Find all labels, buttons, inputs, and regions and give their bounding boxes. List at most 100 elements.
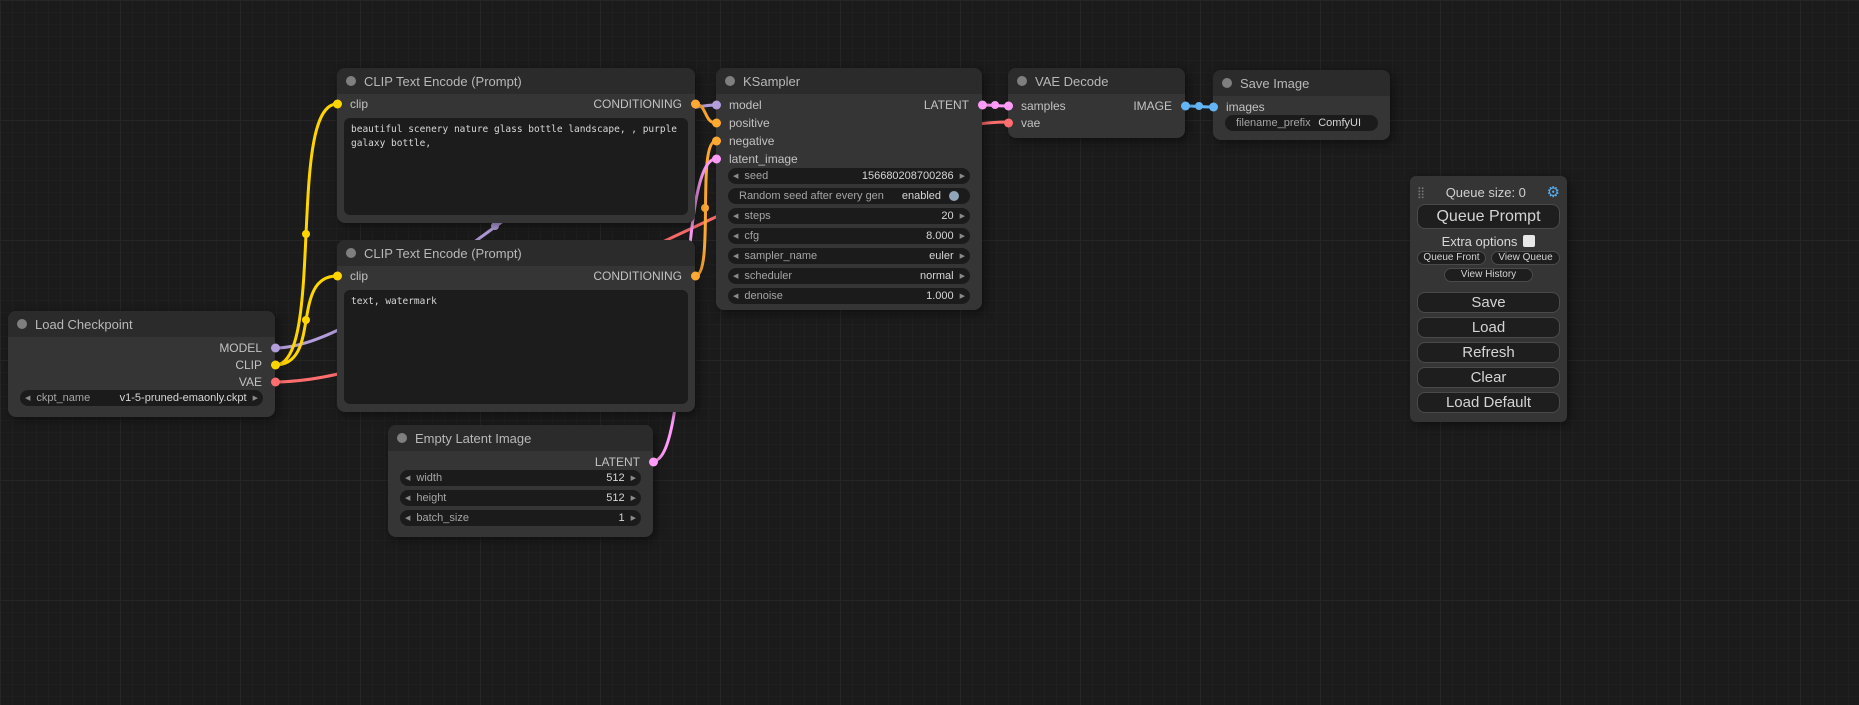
node-title-bar[interactable]: Save Image: [1213, 70, 1390, 96]
decrement-arrow-icon[interactable]: ◀: [733, 273, 738, 280]
widget-label: seed: [744, 170, 768, 182]
queue-front-button[interactable]: Queue Front: [1417, 251, 1486, 265]
widget-value: 8.000: [759, 230, 954, 242]
collapse-dot[interactable]: [725, 76, 735, 86]
node-empty-latent-image[interactable]: Empty Latent Image LATENT ◀ width 512 ▶ …: [388, 425, 653, 537]
node-title-bar[interactable]: KSampler: [716, 68, 982, 94]
input-slot-label: clip: [337, 269, 368, 283]
view-history-button[interactable]: View History: [1444, 268, 1533, 282]
increment-arrow-icon[interactable]: ▶: [960, 213, 965, 220]
widget-cfg[interactable]: ◀ cfg 8.000 ▶: [728, 228, 970, 244]
widget-batch-size[interactable]: ◀ batch_size 1 ▶: [400, 510, 641, 526]
input-slot-label: images: [1213, 100, 1265, 114]
node-title-bar[interactable]: Empty Latent Image: [388, 425, 653, 451]
negative-prompt-textarea[interactable]: text, watermark: [344, 290, 688, 404]
queue-size-label: Queue size: 0: [1425, 185, 1546, 200]
wire-midpoint-dot: [1195, 102, 1203, 110]
extra-options-checkbox[interactable]: [1523, 235, 1535, 247]
node-clip-text-encode-positive[interactable]: CLIP Text Encode (Prompt) clip CONDITION…: [337, 68, 695, 223]
decrement-arrow-icon[interactable]: ◀: [733, 293, 738, 300]
decrement-arrow-icon[interactable]: ◀: [733, 213, 738, 220]
queue-menu-panel[interactable]: ⣿ Queue size: 0 ⚙ Queue Prompt Extra opt…: [1410, 176, 1567, 422]
decrement-arrow-icon[interactable]: ◀: [405, 475, 410, 482]
widget-scheduler[interactable]: ◀ scheduler normal ▶: [728, 268, 970, 284]
output-slot-vae[interactable]: [271, 377, 280, 386]
widget-steps[interactable]: ◀ steps 20 ▶: [728, 208, 970, 224]
refresh-button[interactable]: Refresh: [1417, 342, 1560, 363]
increment-arrow-icon[interactable]: ▶: [631, 515, 636, 522]
input-slot-clip[interactable]: [333, 272, 342, 281]
collapse-dot[interactable]: [1017, 76, 1027, 86]
output-slot-conditioning[interactable]: [691, 100, 700, 109]
increment-arrow-icon[interactable]: ▶: [631, 495, 636, 502]
positive-prompt-textarea[interactable]: beautiful scenery nature glass bottle la…: [344, 118, 688, 215]
decrement-arrow-icon[interactable]: ◀: [733, 253, 738, 260]
widget-filename-prefix[interactable]: filename_prefix ComfyUI: [1225, 115, 1378, 131]
save-button[interactable]: Save: [1417, 292, 1560, 313]
settings-gear-icon[interactable]: ⚙: [1547, 185, 1560, 200]
collapse-dot[interactable]: [346, 248, 356, 258]
node-save-image[interactable]: Save Image images filename_prefix ComfyU…: [1213, 70, 1390, 140]
wire-midpoint-dot: [991, 101, 999, 109]
node-title: VAE Decode: [1035, 74, 1108, 89]
increment-arrow-icon[interactable]: ▶: [960, 173, 965, 180]
widget-random-seed-toggle[interactable]: Random seed after every gen enabled: [728, 188, 970, 204]
decrement-arrow-icon[interactable]: ◀: [733, 233, 738, 240]
output-slot-latent[interactable]: [978, 101, 987, 110]
increment-arrow-icon[interactable]: ▶: [631, 475, 636, 482]
increment-arrow-icon[interactable]: ▶: [960, 233, 965, 240]
node-title-bar[interactable]: Load Checkpoint: [8, 311, 275, 337]
collapse-dot[interactable]: [17, 319, 27, 329]
node-title: CLIP Text Encode (Prompt): [364, 74, 522, 89]
widget-seed[interactable]: ◀ seed 156680208700286 ▶: [728, 168, 970, 184]
widget-width[interactable]: ◀ width 512 ▶: [400, 470, 641, 486]
decrement-arrow-icon[interactable]: ◀: [733, 173, 738, 180]
input-slot-clip[interactable]: [333, 100, 342, 109]
node-clip-text-encode-negative[interactable]: CLIP Text Encode (Prompt) clip CONDITION…: [337, 240, 695, 412]
collapse-dot[interactable]: [397, 433, 407, 443]
output-slot-image[interactable]: [1181, 101, 1190, 110]
input-slot-latent-image[interactable]: [712, 155, 721, 164]
widget-denoise[interactable]: ◀ denoise 1.000 ▶: [728, 288, 970, 304]
widget-ckpt-name[interactable]: ◀ ckpt_name v1-5-pruned-emaonly.ckpt ▶: [20, 390, 263, 406]
input-slot-images[interactable]: [1209, 102, 1218, 111]
output-slot-clip[interactable]: [271, 360, 280, 369]
clear-button[interactable]: Clear: [1417, 367, 1560, 388]
load-default-button[interactable]: Load Default: [1417, 392, 1560, 413]
increment-arrow-icon[interactable]: ▶: [960, 253, 965, 260]
increment-arrow-icon[interactable]: ▶: [960, 273, 965, 280]
node-vae-decode[interactable]: VAE Decode samples IMAGE vae: [1008, 68, 1185, 138]
input-slot-vae[interactable]: [1004, 118, 1013, 127]
input-slot-negative[interactable]: [712, 137, 721, 146]
increment-arrow-icon[interactable]: ▶: [960, 293, 965, 300]
output-slot-conditioning[interactable]: [691, 272, 700, 281]
output-slot-model[interactable]: [271, 343, 280, 352]
widget-value: 1: [469, 512, 625, 524]
queue-prompt-button[interactable]: Queue Prompt: [1417, 204, 1560, 229]
drag-handle-icon[interactable]: ⣿: [1417, 186, 1425, 199]
collapse-dot[interactable]: [346, 76, 356, 86]
node-title-bar[interactable]: VAE Decode: [1008, 68, 1185, 94]
view-queue-button[interactable]: View Queue: [1491, 251, 1560, 265]
node-title-bar[interactable]: CLIP Text Encode (Prompt): [337, 68, 695, 94]
load-button[interactable]: Load: [1417, 317, 1560, 338]
input-slot-positive[interactable]: [712, 119, 721, 128]
increment-arrow-icon[interactable]: ▶: [253, 395, 258, 402]
toggle-dot[interactable]: [949, 191, 959, 201]
widget-sampler-name[interactable]: ◀ sampler_name euler ▶: [728, 248, 970, 264]
input-slot-samples[interactable]: [1004, 101, 1013, 110]
output-slot-latent[interactable]: [649, 457, 658, 466]
wire-midpoint-dot: [701, 204, 709, 212]
widget-height[interactable]: ◀ height 512 ▶: [400, 490, 641, 506]
collapse-dot[interactable]: [1222, 78, 1232, 88]
node-ksampler[interactable]: KSampler model LATENT positive negative …: [716, 68, 982, 310]
decrement-arrow-icon[interactable]: ◀: [405, 495, 410, 502]
node-graph-canvas[interactable]: Load Checkpoint MODEL CLIP VAE ◀ ckpt_na…: [0, 0, 1859, 705]
slot-row: clip CONDITIONING: [337, 94, 695, 114]
widget-value: ComfyUI: [1311, 117, 1361, 129]
decrement-arrow-icon[interactable]: ◀: [25, 395, 30, 402]
decrement-arrow-icon[interactable]: ◀: [405, 515, 410, 522]
input-slot-model[interactable]: [712, 101, 721, 110]
node-load-checkpoint[interactable]: Load Checkpoint MODEL CLIP VAE ◀ ckpt_na…: [8, 311, 275, 417]
node-title-bar[interactable]: CLIP Text Encode (Prompt): [337, 240, 695, 266]
